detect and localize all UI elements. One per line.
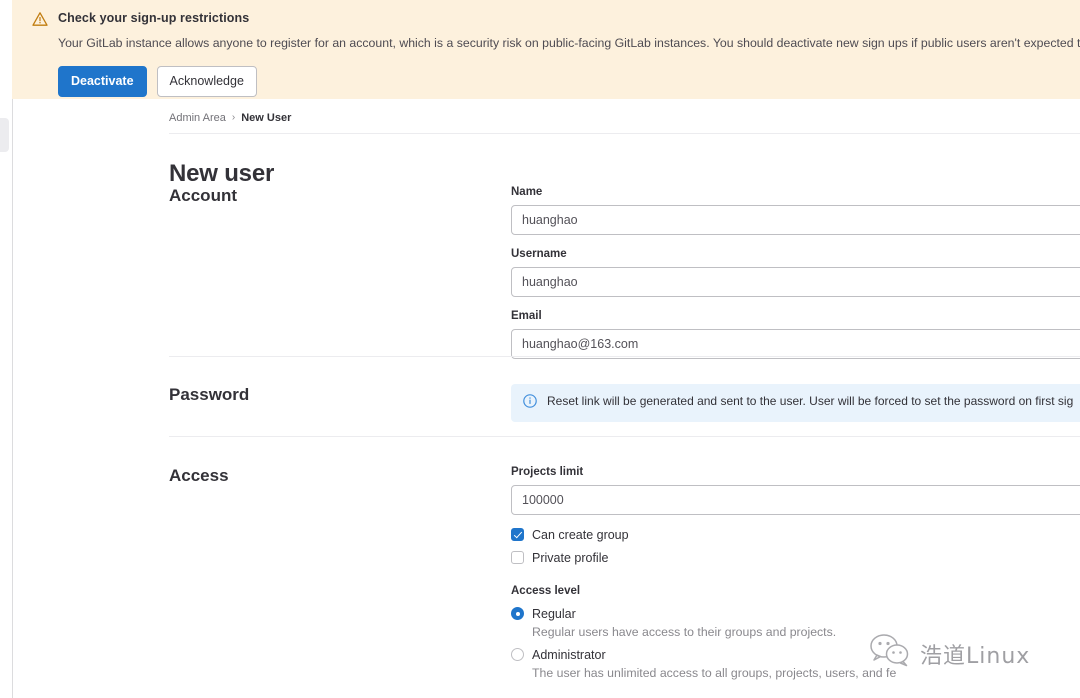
access-level-administrator-label: Administrator bbox=[532, 648, 606, 662]
access-level-regular-row[interactable]: Regular Regular users have access to the… bbox=[511, 605, 1080, 640]
username-input[interactable] bbox=[511, 267, 1080, 297]
left-gutter bbox=[0, 99, 12, 698]
access-level-administrator-row[interactable]: Administrator The user has unlimited acc… bbox=[511, 646, 1080, 681]
breadcrumb: Admin Area › New User bbox=[169, 111, 291, 125]
password-section-title: Password bbox=[169, 385, 250, 404]
password-info-text: Reset link will be generated and sent to… bbox=[547, 394, 1074, 408]
access-fields: Projects limit Can create group Private … bbox=[511, 465, 1080, 698]
info-circle-icon bbox=[523, 394, 537, 408]
private-profile-row[interactable]: Private profile bbox=[511, 550, 1080, 566]
access-level-administrator-radio[interactable] bbox=[511, 648, 524, 661]
projects-limit-label: Projects limit bbox=[511, 466, 584, 478]
warning-triangle-icon bbox=[32, 11, 48, 27]
breadcrumb-separator-icon: › bbox=[231, 112, 236, 123]
projects-limit-field-group: Projects limit bbox=[511, 465, 1080, 515]
alert-actions: Deactivate Acknowledge bbox=[58, 66, 1064, 97]
private-profile-checkbox[interactable] bbox=[511, 551, 524, 564]
projects-limit-input[interactable] bbox=[511, 485, 1080, 515]
deactivate-button[interactable]: Deactivate bbox=[58, 66, 147, 97]
can-create-group-label: Can create group bbox=[532, 528, 629, 542]
username-label: Username bbox=[511, 248, 567, 260]
access-level-regular-description: Regular users have access to their group… bbox=[532, 625, 837, 639]
gitlab-admin-new-user-page: Check your sign-up restrictions Your Git… bbox=[0, 0, 1080, 698]
breadcrumb-current: New User bbox=[241, 112, 292, 124]
breadcrumb-divider bbox=[169, 133, 1080, 134]
name-field-group: Name bbox=[511, 185, 1080, 235]
access-level-regular-radio[interactable] bbox=[511, 607, 524, 620]
private-profile-label: Private profile bbox=[532, 551, 609, 565]
access-level-regular-label: Regular bbox=[532, 607, 576, 621]
account-fields: Name Username Email bbox=[511, 185, 1080, 371]
alert-body-text: Your GitLab instance allows anyone to re… bbox=[58, 36, 1080, 50]
password-reset-info-alert: Reset link will be generated and sent to… bbox=[511, 384, 1080, 422]
access-level-label: Access level bbox=[511, 585, 581, 597]
email-label: Email bbox=[511, 310, 542, 322]
access-section-title: Access bbox=[169, 466, 229, 485]
can-create-group-row[interactable]: Can create group bbox=[511, 527, 1080, 543]
password-fields: Reset link will be generated and sent to… bbox=[511, 384, 1080, 422]
username-field-group: Username bbox=[511, 247, 1080, 297]
password-access-divider bbox=[169, 436, 1080, 437]
email-input[interactable] bbox=[511, 329, 1080, 359]
alert-title: Check your sign-up restrictions bbox=[58, 11, 250, 25]
can-create-group-checkbox[interactable] bbox=[511, 528, 524, 541]
signup-restrictions-alert: Check your sign-up restrictions Your Git… bbox=[12, 0, 1080, 99]
access-level-group: Access level Regular Regular users have … bbox=[511, 584, 1080, 681]
acknowledge-button[interactable]: Acknowledge bbox=[156, 66, 257, 97]
name-label: Name bbox=[511, 186, 543, 198]
account-password-divider bbox=[169, 356, 1080, 357]
access-level-administrator-description: The user has unlimited access to all gro… bbox=[532, 666, 897, 680]
breadcrumb-admin-area[interactable]: Admin Area bbox=[169, 111, 226, 125]
email-field-group: Email bbox=[511, 309, 1080, 359]
sidebar-toggle-handle[interactable] bbox=[0, 118, 9, 152]
account-section-title: Account bbox=[169, 186, 237, 205]
main-content: Admin Area › New User New user Account N… bbox=[13, 99, 1080, 698]
name-input[interactable] bbox=[511, 205, 1080, 235]
